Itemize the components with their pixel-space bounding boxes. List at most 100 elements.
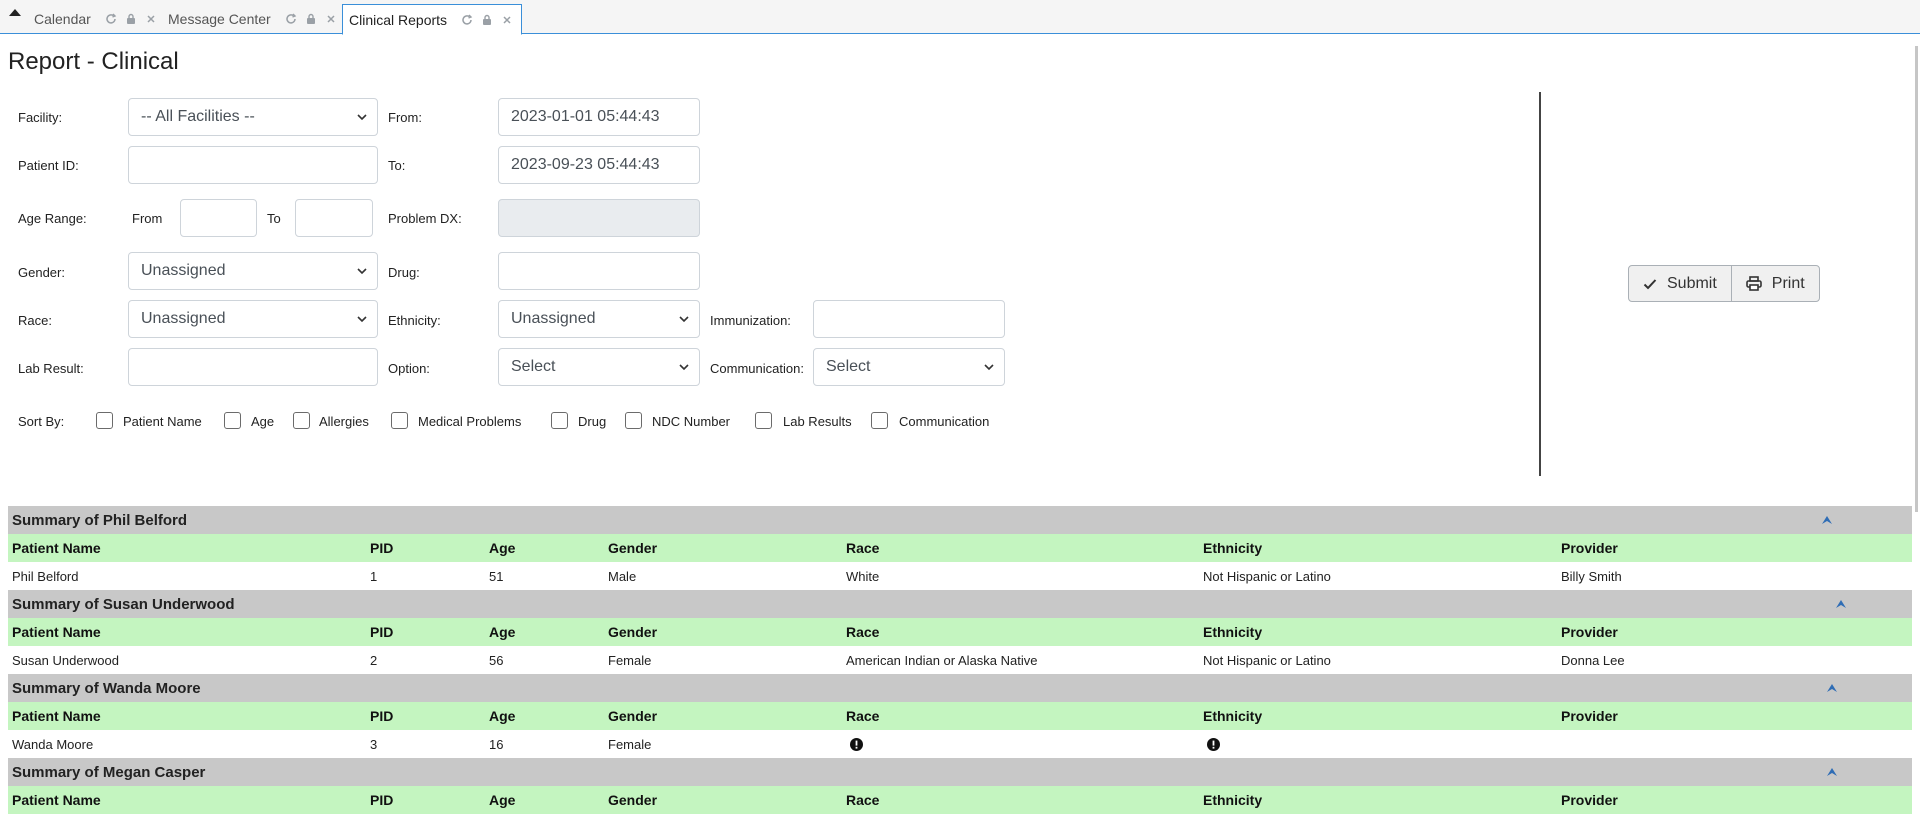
refresh-icon[interactable] — [103, 11, 119, 27]
to-label: To: — [388, 158, 406, 173]
close-icon[interactable] — [499, 12, 515, 28]
sort-option-label: Age — [251, 414, 275, 429]
patient-id-label: Patient ID: — [18, 158, 79, 173]
gender-selected-value: Unassigned — [141, 262, 226, 279]
action-button-group: Submit Print — [1628, 265, 1820, 302]
race-select[interactable]: Unassigned — [128, 300, 378, 338]
pid-cell: 1 — [370, 568, 378, 584]
refresh-icon[interactable] — [283, 11, 299, 27]
column-header-age: Age — [489, 624, 516, 640]
page-title: Report - Clinical — [8, 48, 179, 75]
column-header-gender: Gender — [608, 708, 658, 724]
summary-header: Summary of Wanda Moore — [8, 674, 1912, 702]
sort-patient-name-checkbox[interactable] — [96, 412, 113, 429]
refresh-icon[interactable] — [459, 12, 475, 28]
race-selected-value: Unassigned — [141, 310, 226, 327]
tab-label: Calendar — [34, 11, 91, 27]
gender-label: Gender: — [18, 265, 65, 280]
close-icon[interactable] — [143, 11, 159, 27]
option-select[interactable]: Select — [498, 348, 700, 386]
communication-select[interactable]: Select — [813, 348, 1005, 386]
column-header-row: Patient Name PID Age Gender Race Ethnici… — [8, 618, 1912, 646]
table-row: Wanda Moore 3 16 Female — [8, 730, 1912, 758]
facility-selected-value: -- All Facilities -- — [141, 108, 255, 125]
tab-clinical-reports[interactable]: Clinical Reports — [342, 4, 523, 35]
patient-id-input[interactable] — [128, 146, 378, 184]
sort-option-label: Drug — [578, 414, 607, 429]
immunization-input[interactable] — [813, 300, 1005, 338]
provider-cell: Donna Lee — [1561, 652, 1625, 668]
tab-label: Clinical Reports — [349, 11, 448, 28]
sort-drug-checkbox[interactable] — [551, 412, 568, 429]
ethnicity-cell: Not Hispanic or Latino — [1203, 568, 1331, 584]
sort-by-label: Sort By: — [18, 414, 65, 429]
column-header-age: Age — [489, 708, 516, 724]
sort-medical-problems-checkbox[interactable] — [391, 412, 408, 429]
column-header-ethnicity: Ethnicity — [1203, 792, 1263, 808]
column-header-ethnicity: Ethnicity — [1203, 708, 1263, 724]
table-row: Phil Belford 1 51 Male White Not Hispani… — [8, 562, 1912, 590]
to-date-input[interactable]: 2023-09-23 05:44:43 — [498, 146, 700, 184]
submit-button[interactable]: Submit — [1629, 266, 1731, 301]
collapse-tabs-icon[interactable] — [6, 6, 24, 20]
vertical-separator — [1539, 92, 1541, 476]
tab-calendar[interactable]: Calendar — [28, 4, 165, 34]
column-header-age: Age — [489, 792, 516, 808]
column-header-pid: PID — [370, 540, 394, 556]
sort-lab-results-checkbox[interactable] — [755, 412, 772, 429]
close-icon[interactable] — [323, 11, 339, 27]
problem-dx-input[interactable] — [498, 199, 700, 237]
ethnicity-label: Ethnicity: — [388, 313, 441, 328]
table-row: Susan Underwood 2 56 Female American Ind… — [8, 646, 1912, 674]
column-header-row: Patient Name PID Age Gender Race Ethnici… — [8, 534, 1912, 562]
chevron-down-icon — [984, 364, 994, 371]
age-to-input[interactable] — [295, 199, 373, 237]
lab-result-input[interactable] — [128, 348, 378, 386]
chevron-up-icon[interactable] — [1826, 682, 1838, 694]
facility-label: Facility: — [18, 110, 63, 125]
ethnicity-select[interactable]: Unassigned — [498, 300, 700, 338]
page-scrollbar[interactable] — [1915, 46, 1918, 512]
chevron-up-icon[interactable] — [1835, 598, 1847, 610]
column-header-race: Race — [846, 708, 880, 724]
gender-cell: Female — [608, 652, 652, 668]
lock-icon[interactable] — [123, 11, 139, 27]
exclamation-circle-icon — [850, 737, 863, 751]
column-header-age: Age — [489, 540, 516, 556]
summary-title: Summary of Susan Underwood — [12, 595, 235, 613]
patient-summary: Summary of Susan Underwood Patient Name … — [8, 590, 1912, 674]
facility-select[interactable]: -- All Facilities -- — [128, 98, 378, 136]
sort-age-checkbox[interactable] — [224, 412, 241, 429]
submit-button-label: Submit — [1667, 274, 1717, 292]
tab-message-center[interactable]: Message Center — [162, 4, 345, 34]
column-header-ethnicity: Ethnicity — [1203, 624, 1263, 640]
pid-cell: 2 — [370, 652, 378, 668]
age-from-label: From — [132, 211, 163, 226]
chevron-up-icon[interactable] — [1821, 514, 1833, 526]
print-button[interactable]: Print — [1730, 266, 1819, 301]
age-from-input[interactable] — [180, 199, 257, 237]
chevron-down-icon — [357, 316, 367, 323]
sort-communication-checkbox[interactable] — [871, 412, 888, 429]
chevron-down-icon — [357, 114, 367, 121]
drug-input[interactable] — [498, 252, 700, 290]
column-header-race: Race — [846, 624, 880, 640]
chevron-up-icon[interactable] — [1826, 766, 1838, 778]
sort-option-label: Communication — [899, 414, 990, 429]
sort-ndc-number-checkbox[interactable] — [625, 412, 642, 429]
drug-label: Drug: — [388, 265, 420, 280]
summary-title: Summary of Wanda Moore — [12, 679, 201, 697]
from-date-input[interactable]: 2023-01-01 05:44:43 — [498, 98, 700, 136]
race-missing-cell — [850, 730, 863, 758]
exclamation-circle-icon — [1207, 737, 1220, 751]
sort-option-label: Lab Results — [783, 414, 852, 429]
column-header-provider: Provider — [1561, 792, 1618, 808]
gender-select[interactable]: Unassigned — [128, 252, 378, 290]
column-header-pid: PID — [370, 792, 394, 808]
column-header-patient-name: Patient Name — [12, 792, 101, 808]
lock-icon[interactable] — [479, 12, 495, 28]
lock-icon[interactable] — [303, 11, 319, 27]
column-header-patient-name: Patient Name — [12, 708, 101, 724]
ethnicity-missing-cell — [1207, 730, 1220, 758]
sort-allergies-checkbox[interactable] — [293, 412, 310, 429]
